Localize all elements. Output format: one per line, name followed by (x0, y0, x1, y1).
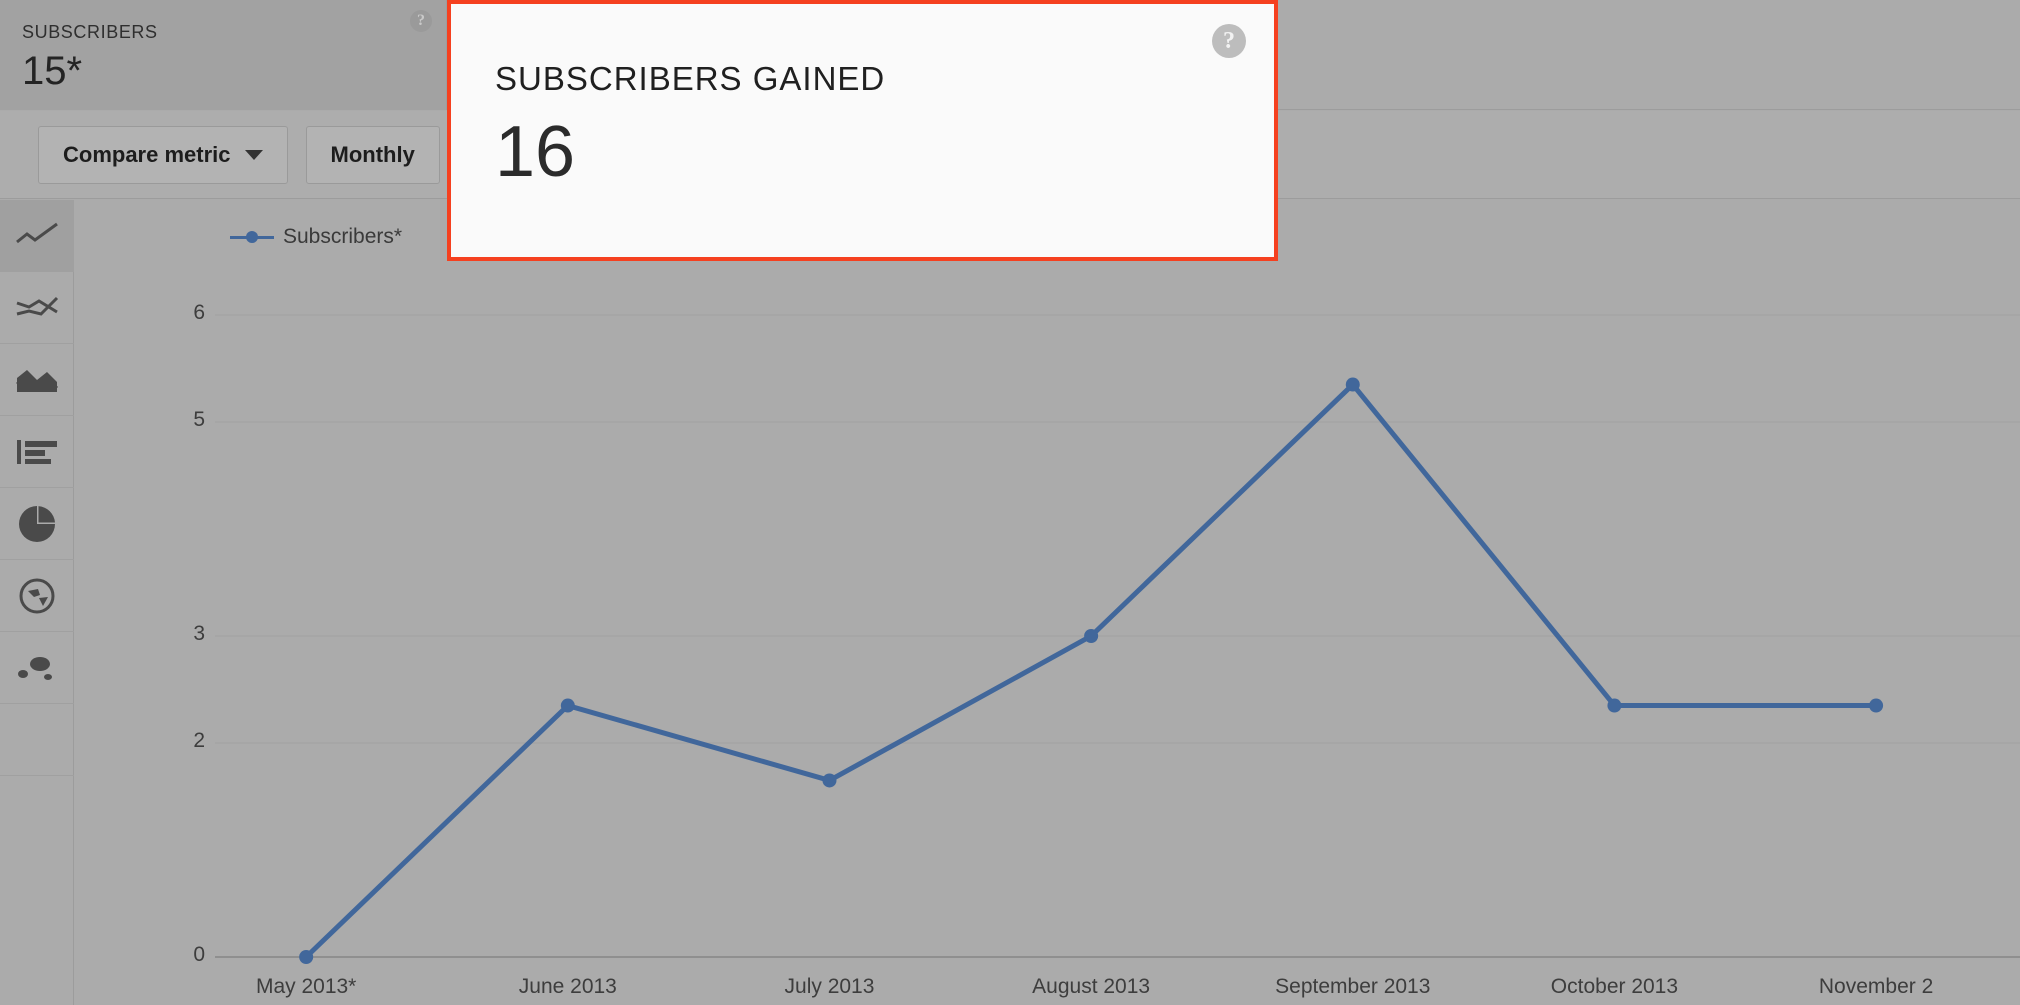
highlight-card-value: 16 (495, 112, 576, 192)
chevron-down-icon (244, 149, 263, 160)
chart-plot: 6 5 3 2 0 May 2013* June 2013 July 2013 August 2… (75, 200, 2020, 1005)
compare-metric-button[interactable]: Compare metric (38, 125, 288, 184)
period-select-label: Monthly (330, 141, 415, 167)
compare-metric-label: Compare metric (63, 141, 231, 167)
bubble-chart-icon (17, 653, 57, 683)
x-axis-tick-label: August 2013 (1032, 975, 1151, 998)
metric-card-label: SUBSCRIBERS (22, 22, 158, 42)
x-axis-tick-label: July 2013 (784, 975, 875, 998)
x-axis-tick-label: June 2013 (518, 975, 617, 998)
chart-type-pie-chart[interactable] (0, 488, 74, 560)
chart-data-point[interactable] (299, 950, 314, 964)
metric-card-subscribers[interactable]: SUBSCRIBERS 15* ? (0, 0, 447, 110)
chart-type-multi-line-chart[interactable] (0, 272, 74, 344)
chart-data-point[interactable] (1869, 698, 1884, 713)
bar-chart-icon (15, 438, 59, 466)
y-axis-tick-label: 3 (193, 622, 205, 645)
x-axis-tick-label: May 2013* (255, 975, 357, 998)
highlighted-metric-card-subscribers-gained[interactable]: SUBSCRIBERS GAINED 16 ? (447, 0, 1278, 261)
x-axis-tick-label: October 2013 (1550, 975, 1679, 998)
highlight-card-label: SUBSCRIBERS GAINED (495, 60, 886, 97)
chart-data-point[interactable] (822, 773, 837, 788)
chart-type-geo-map[interactable] (0, 560, 74, 632)
chart-type-area-chart[interactable] (0, 344, 74, 416)
help-icon[interactable]: ? (1212, 24, 1246, 58)
chart-type-rail-filler (0, 704, 74, 776)
line-chart-icon (15, 222, 59, 250)
metric-card-value: 15* (22, 49, 83, 93)
multi-line-chart-icon (15, 294, 59, 322)
chart-type-bubble-chart[interactable] (0, 632, 74, 704)
x-axis-tick-label: November 2 (1818, 975, 1934, 998)
chart-data-point[interactable] (1345, 377, 1360, 392)
chart-data-point[interactable] (1607, 698, 1622, 713)
help-icon[interactable]: ? (410, 10, 432, 32)
chart-type-bar-chart[interactable] (0, 416, 74, 488)
y-axis-tick-label: 5 (193, 408, 205, 431)
y-axis-tick-label: 2 (193, 729, 205, 752)
chart-panel: Subscribers* 6 5 3 2 0 May 2013* June 2013 July… (75, 200, 2020, 1005)
chart-series-line (304, 380, 1877, 959)
chart-type-rail (0, 200, 74, 1005)
y-axis-tick-label: 6 (193, 301, 205, 324)
period-select-button[interactable]: Monthly (305, 125, 440, 184)
area-chart-icon (15, 366, 59, 394)
y-axis-tick-label: 0 (193, 943, 205, 966)
chart-type-line-chart[interactable] (0, 200, 74, 272)
chart-data-point[interactable] (560, 698, 575, 713)
chart-data-point[interactable] (1084, 629, 1099, 643)
geo-map-icon (18, 577, 56, 615)
pie-chart-icon (18, 505, 56, 543)
x-axis-tick-label: September 2013 (1275, 975, 1431, 998)
